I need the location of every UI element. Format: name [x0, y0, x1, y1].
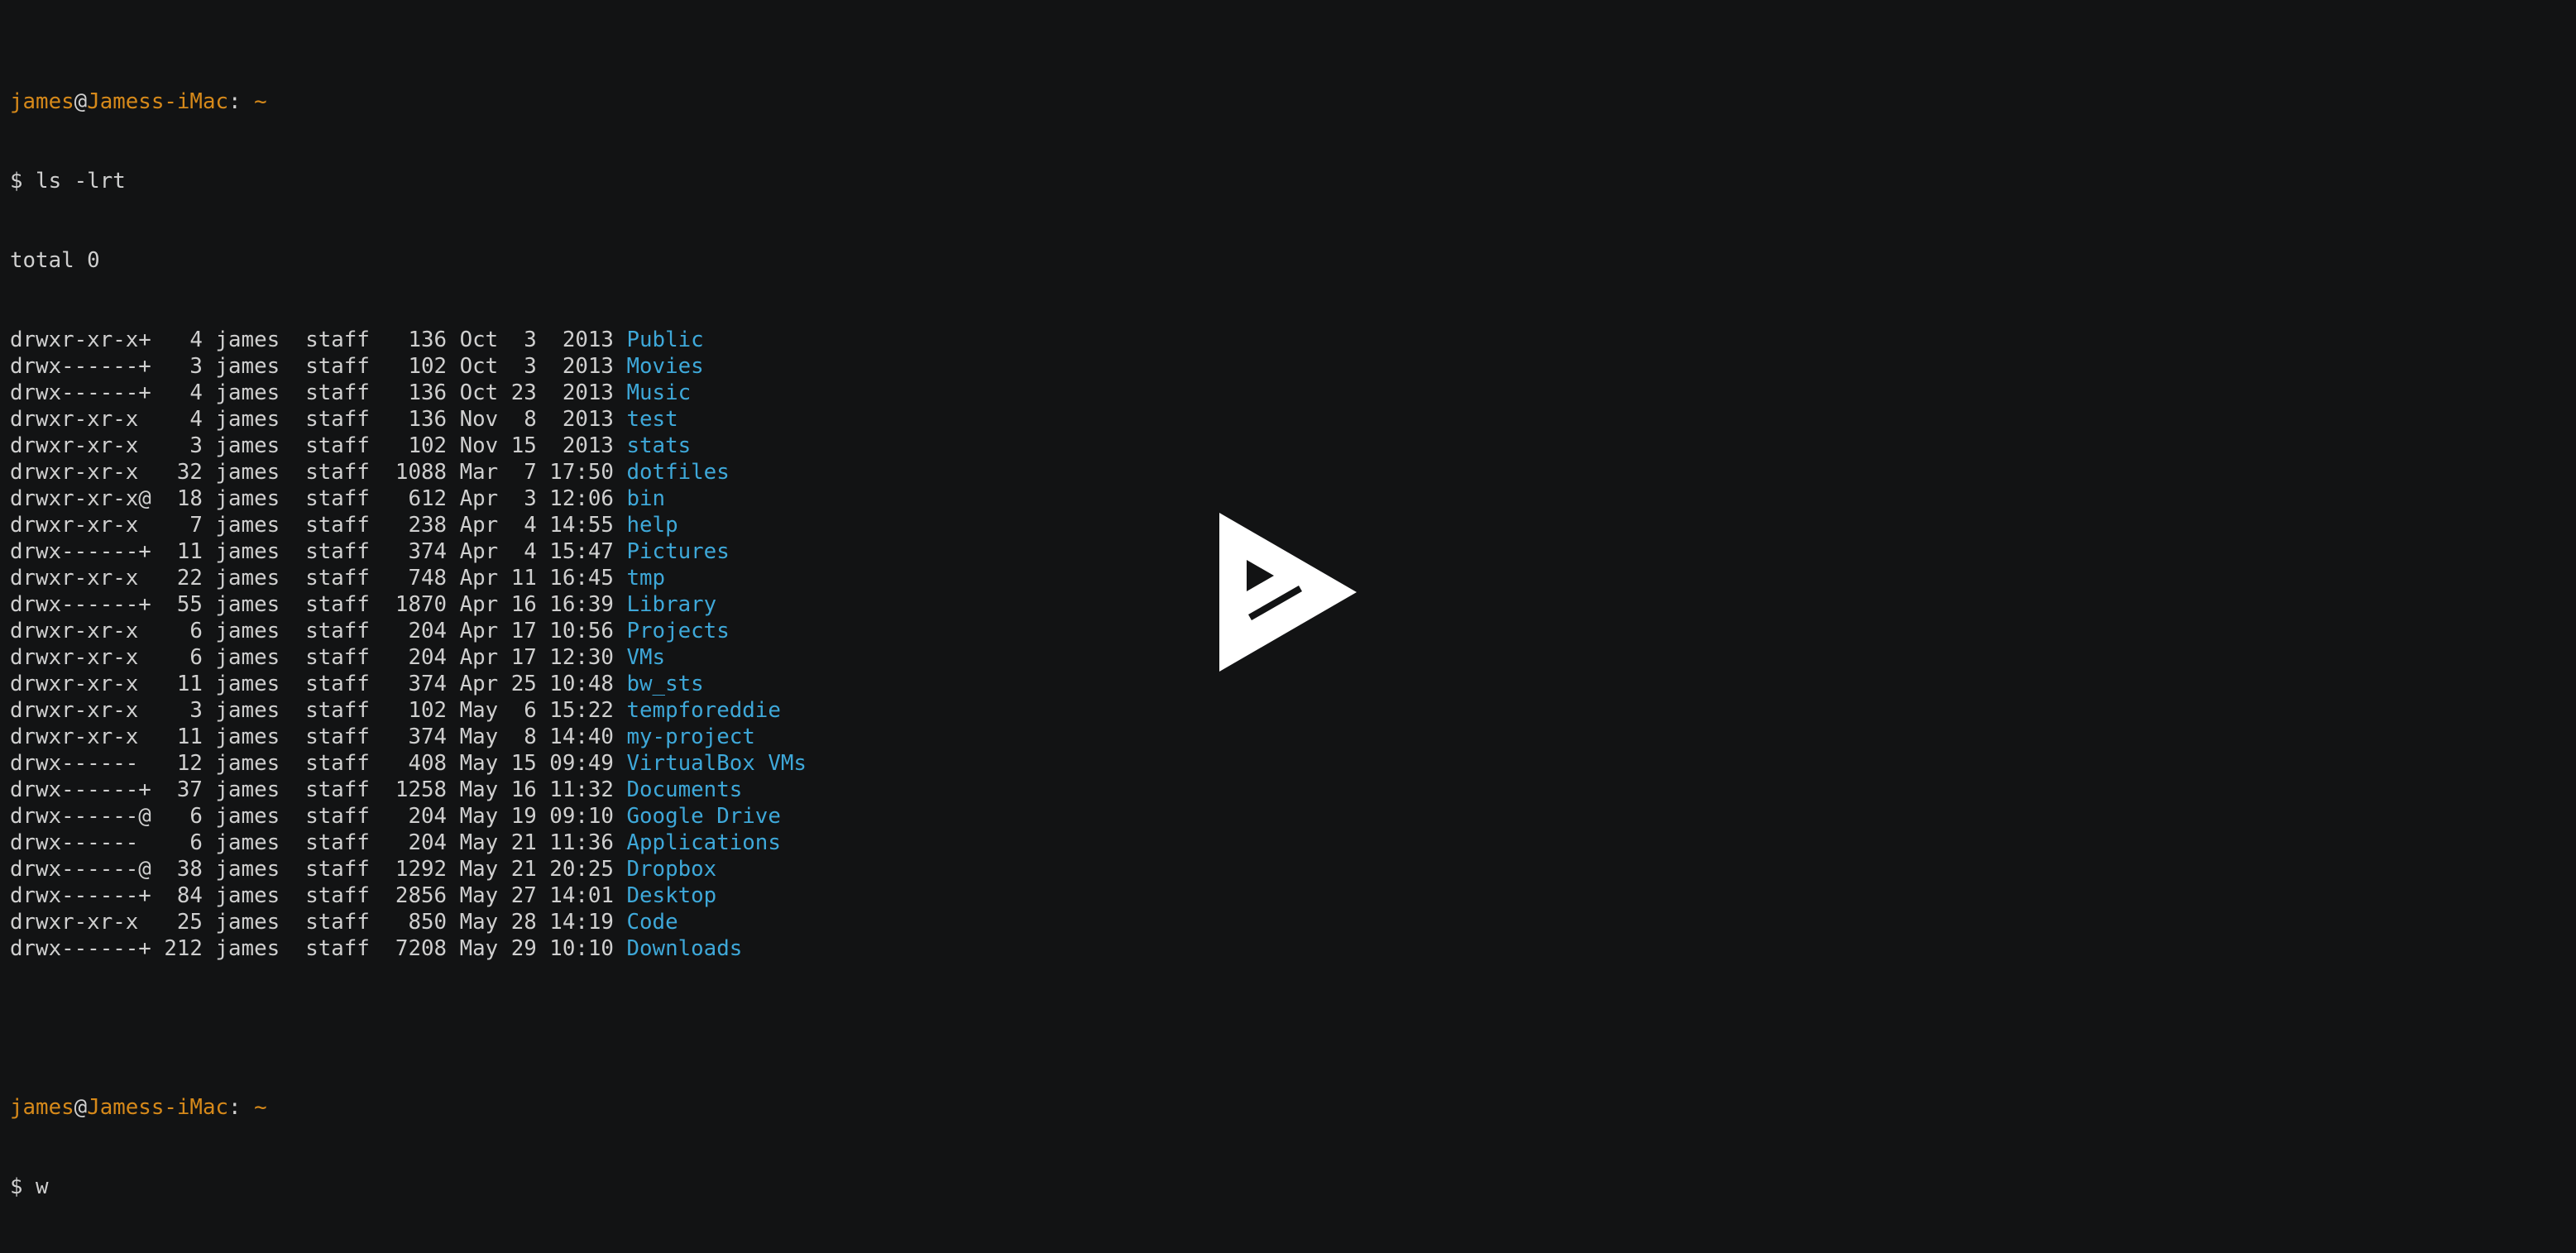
directory-name: Dropbox [626, 857, 717, 882]
entry-details: drwx------+ 3 james staff 102 Oct 3 2013 [10, 354, 627, 379]
entry-details: drwx------@ 38 james staff 1292 May 21 2… [10, 857, 627, 882]
prompt-at: @ [74, 89, 88, 114]
terminal-output: james@Jamess-iMac: ~ $ ls -lrt total 0 d… [10, 36, 807, 1253]
prompt-user: james [10, 89, 74, 114]
total-line: total 0 [10, 248, 100, 273]
entry-details: drwx------+ 11 james staff 374 Apr 4 15:… [10, 539, 627, 564]
directory-name: Projects [626, 619, 730, 643]
entry-details: drwx------+ 212 james staff 7208 May 29 … [10, 936, 627, 961]
prompt-path: ~ [254, 89, 267, 114]
directory-name: Movies [626, 354, 704, 379]
directory-name: dotfiles [626, 460, 730, 485]
command-line: $ ls -lrt [10, 169, 126, 194]
list-item: drwxr-xr-x 11 james staff 374 Apr 25 10:… [10, 671, 807, 697]
list-item: drwxr-xr-x 3 james staff 102 May 6 15:22… [10, 697, 807, 724]
list-item: drwxr-xr-x 25 james staff 850 May 28 14:… [10, 909, 807, 935]
list-item: drwxr-xr-x 6 james staff 204 Apr 17 10:5… [10, 618, 807, 644]
entry-details: drwxr-xr-x 3 james staff 102 Nov 15 2013 [10, 433, 627, 458]
prompt-at: @ [74, 1095, 88, 1120]
directory-name: help [626, 513, 678, 538]
directory-name: Public [626, 328, 704, 352]
list-item: drwxr-xr-x@ 18 james staff 612 Apr 3 12:… [10, 485, 807, 512]
entry-details: drwxr-xr-x 4 james staff 136 Nov 8 2013 [10, 407, 627, 432]
list-item: drwx------+ 84 james staff 2856 May 27 1… [10, 882, 807, 909]
prompt-line: james@Jamess-iMac: ~ [10, 1094, 807, 1121]
entry-details: drwxr-xr-x 6 james staff 204 Apr 17 10:5… [10, 619, 627, 643]
prompt-line: james@Jamess-iMac: ~ [10, 88, 807, 115]
prompt-host: Jamess-iMac [87, 1095, 229, 1120]
directory-name: Google Drive [626, 804, 781, 829]
entry-details: drwx------+ 4 james staff 136 Oct 23 201… [10, 380, 627, 405]
directory-name: Code [626, 910, 678, 935]
entry-details: drwxr-xr-x 32 james staff 1088 Mar 7 17:… [10, 460, 627, 485]
prompt-colon: : [228, 89, 242, 114]
list-item: drwxr-xr-x 11 james staff 374 May 8 14:4… [10, 724, 807, 750]
list-item: drwx------ 12 james staff 408 May 15 09:… [10, 750, 807, 777]
directory-name: test [626, 407, 678, 432]
list-item: drwxr-xr-x 32 james staff 1088 Mar 7 17:… [10, 459, 807, 485]
list-item: drwxr-xr-x 7 james staff 238 Apr 4 14:55… [10, 512, 807, 538]
list-item: drwx------+ 55 james staff 1870 Apr 16 1… [10, 591, 807, 618]
list-item: drwx------@ 6 james staff 204 May 19 09:… [10, 803, 807, 830]
directory-name: Library [626, 592, 717, 617]
directory-name: bw_sts [626, 672, 704, 696]
entry-details: drwx------+ 55 james staff 1870 Apr 16 1… [10, 592, 627, 617]
entry-details: drwxr-xr-x@ 18 james staff 612 Apr 3 12:… [10, 486, 627, 511]
directory-name: Music [626, 380, 692, 405]
directory-name: Downloads [626, 936, 743, 961]
list-item: drwx------+ 11 james staff 374 Apr 4 15:… [10, 538, 807, 565]
entry-details: drwxr-xr-x 6 james staff 204 Apr 17 12:3… [10, 645, 627, 670]
list-item: drwxr-xr-x 6 james staff 204 Apr 17 12:3… [10, 644, 807, 671]
directory-name: tempforeddie [626, 698, 781, 723]
entry-details: drwxr-xr-x 11 james staff 374 May 8 14:4… [10, 725, 627, 749]
list-item: drwx------+ 212 james staff 7208 May 29 … [10, 935, 807, 962]
directory-name: stats [626, 433, 692, 458]
list-item: drwx------ 6 james staff 204 May 21 11:3… [10, 830, 807, 856]
entry-details: drwx------ 6 james staff 204 May 21 11:3… [10, 830, 627, 855]
entry-details: drwxr-xr-x+ 4 james staff 136 Oct 3 2013 [10, 328, 627, 352]
listing: drwxr-xr-x+ 4 james staff 136 Oct 3 2013… [10, 327, 807, 962]
directory-name: tmp [626, 566, 666, 591]
entry-details: drwxr-xr-x 25 james staff 850 May 28 14:… [10, 910, 627, 935]
prompt-user: james [10, 1095, 74, 1120]
play-icon-graphic [1219, 513, 1357, 672]
command-line: $ w [10, 1174, 49, 1199]
prompt-path: ~ [254, 1095, 267, 1120]
play-icon[interactable] [1219, 513, 1357, 672]
entry-details: drwxr-xr-x 7 james staff 238 Apr 4 14:55 [10, 513, 627, 538]
list-item: drwx------+ 37 james staff 1258 May 16 1… [10, 777, 807, 803]
directory-name: VMs [626, 645, 666, 670]
entry-details: drwx------+ 84 james staff 2856 May 27 1… [10, 883, 627, 908]
list-item: drwx------+ 3 james staff 102 Oct 3 2013… [10, 353, 807, 380]
list-item: drwxr-xr-x 4 james staff 136 Nov 8 2013 … [10, 406, 807, 433]
directory-name: my-project [626, 725, 755, 749]
entry-details: drwxr-xr-x 11 james staff 374 Apr 25 10:… [10, 672, 627, 696]
list-item: drwxr-xr-x+ 4 james staff 136 Oct 3 2013… [10, 327, 807, 353]
directory-name: VirtualBox VMs [626, 751, 807, 776]
directory-name: Desktop [626, 883, 717, 908]
directory-name: Applications [626, 830, 781, 855]
entry-details: drwx------+ 37 james staff 1258 May 16 1… [10, 777, 627, 802]
entry-details: drwx------@ 6 james staff 204 May 19 09:… [10, 804, 627, 829]
entry-details: drwxr-xr-x 22 james staff 748 Apr 11 16:… [10, 566, 627, 591]
terminal-window[interactable]: james@Jamess-iMac: ~ $ ls -lrt total 0 d… [0, 0, 2576, 1199]
list-item: drwx------@ 38 james staff 1292 May 21 2… [10, 856, 807, 882]
directory-name: bin [626, 486, 666, 511]
prompt-host: Jamess-iMac [87, 89, 229, 114]
directory-name: Documents [626, 777, 743, 802]
list-item: drwxr-xr-x 22 james staff 748 Apr 11 16:… [10, 565, 807, 591]
entry-details: drwxr-xr-x 3 james staff 102 May 6 15:22 [10, 698, 627, 723]
list-item: drwx------+ 4 james staff 136 Oct 23 201… [10, 380, 807, 406]
list-item: drwxr-xr-x 3 james staff 102 Nov 15 2013… [10, 433, 807, 459]
entry-details: drwx------ 12 james staff 408 May 15 09:… [10, 751, 627, 776]
prompt-colon: : [228, 1095, 242, 1120]
directory-name: Pictures [626, 539, 730, 564]
